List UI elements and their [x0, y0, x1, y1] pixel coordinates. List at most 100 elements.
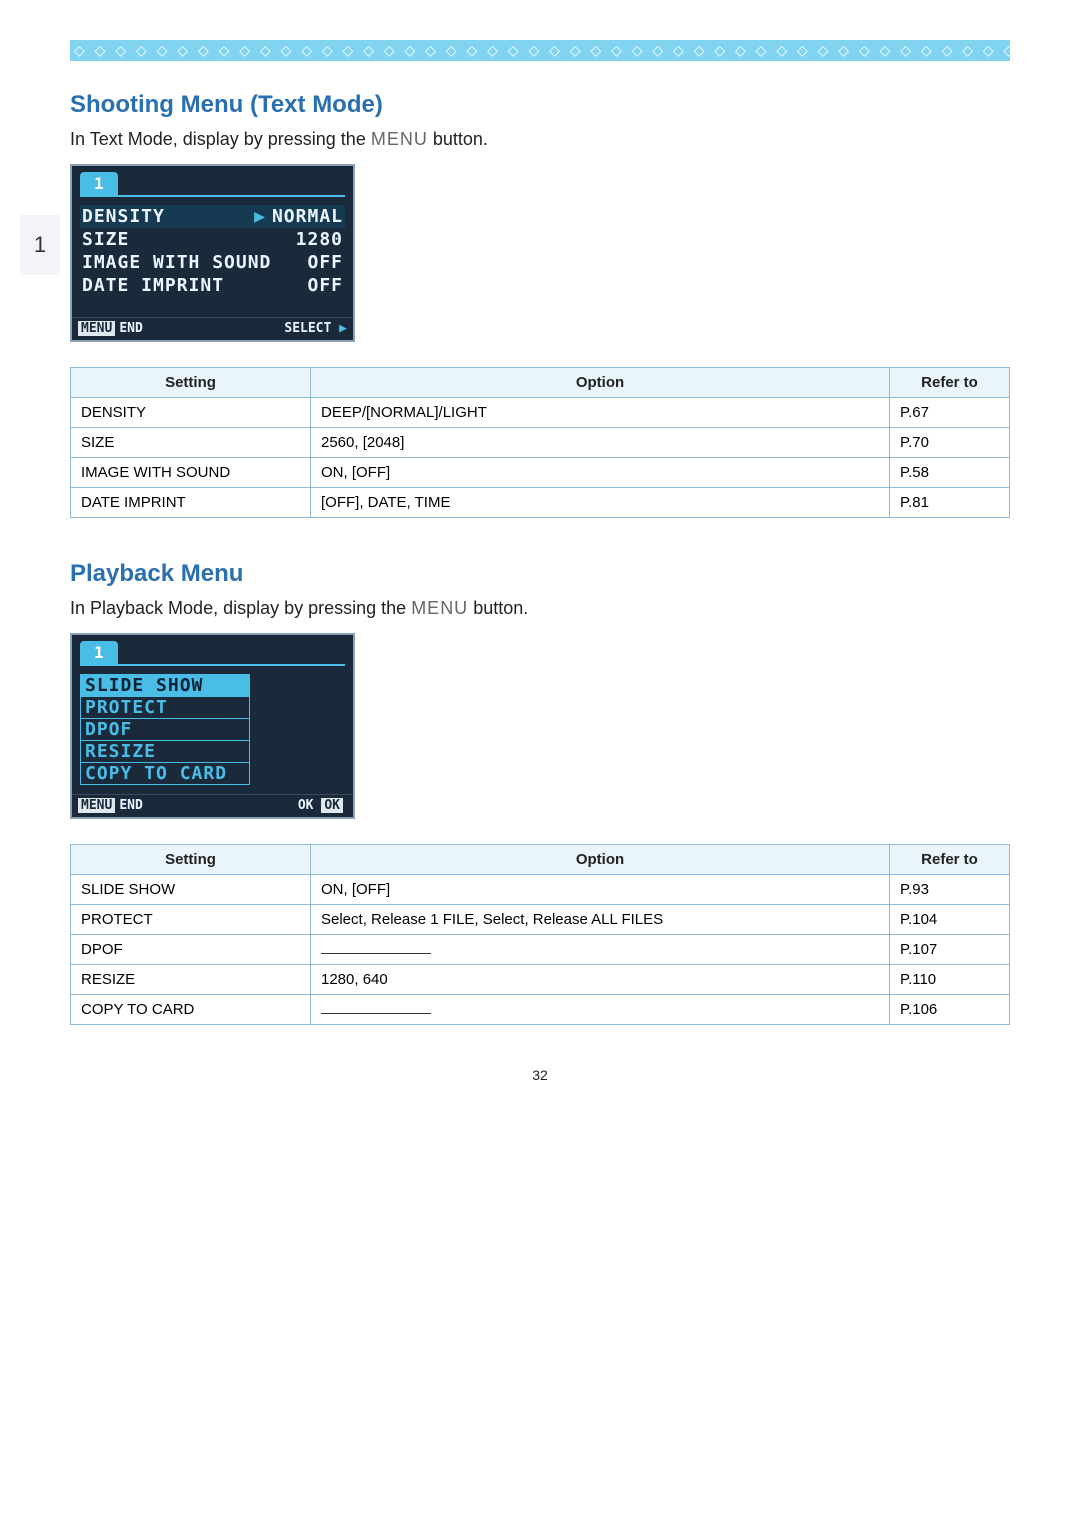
lcd-item-resize: RESIZE: [80, 740, 250, 763]
cell-setting: COPY TO CARD: [71, 995, 311, 1025]
decorative-diamond-band: ◇ ◇ ◇ ◇ ◇ ◇ ◇ ◇ ◇ ◇ ◇ ◇ ◇ ◇ ◇ ◇ ◇ ◇ ◇ ◇ …: [70, 40, 1010, 61]
table-row: DATE IMPRINT [OFF], DATE, TIME P.81: [71, 488, 1010, 518]
table-header-row: Setting Option Refer to: [71, 368, 1010, 398]
playback-menu-heading: Playback Menu: [70, 560, 1010, 588]
playback-lcd-screenshot: 1 SLIDE SHOW PROTECT DPOF RESIZE COPY TO…: [70, 633, 355, 819]
cell-option: 2560, [2048]: [311, 428, 890, 458]
cell-refer: P.107: [890, 935, 1010, 965]
lcd-footer-end: END: [119, 798, 142, 813]
cell-option: [311, 995, 890, 1025]
th-option: Option: [311, 368, 890, 398]
table-row: PROTECT Select, Release 1 FILE, Select, …: [71, 905, 1010, 935]
cell-refer: P.110: [890, 965, 1010, 995]
menu-button-label: MENU: [411, 598, 468, 618]
lcd-item-slide-show: SLIDE SHOW: [80, 674, 250, 697]
lcd-footer: MENU END SELECT ▶: [72, 317, 353, 340]
th-refer: Refer to: [890, 368, 1010, 398]
table-row: SLIDE SHOW ON, [OFF] P.93: [71, 875, 1010, 905]
shooting-menu-heading: Shooting Menu (Text Mode): [70, 91, 1010, 119]
lcd-list: SLIDE SHOW PROTECT DPOF RESIZE COPY TO C…: [72, 666, 353, 794]
lcd-item-copy-to-card: COPY TO CARD: [80, 762, 250, 785]
cell-setting: PROTECT: [71, 905, 311, 935]
cell-option: [OFF], DATE, TIME: [311, 488, 890, 518]
cell-setting: SIZE: [71, 428, 311, 458]
cell-refer: P.58: [890, 458, 1010, 488]
lcd-label: DATE IMPRINT: [82, 275, 224, 296]
shooting-settings-table: Setting Option Refer to DENSITY DEEP/[NO…: [70, 367, 1010, 518]
lcd-footer-end: END: [119, 321, 142, 336]
lcd-value: 1280: [296, 229, 343, 250]
th-setting: Setting: [71, 368, 311, 398]
table-row: DPOF P.107: [71, 935, 1010, 965]
play-icon: ▶: [254, 206, 266, 227]
cell-refer: P.67: [890, 398, 1010, 428]
cell-refer: P.106: [890, 995, 1010, 1025]
manual-page: ◇ ◇ ◇ ◇ ◇ ◇ ◇ ◇ ◇ ◇ ◇ ◇ ◇ ◇ ◇ ◇ ◇ ◇ ◇ ◇ …: [0, 0, 1080, 1143]
blank-line-icon: [321, 944, 431, 954]
lcd-row-density: DENSITY ▶ NORMAL: [80, 205, 345, 228]
th-setting: Setting: [71, 845, 311, 875]
ok-box-icon: OK: [321, 798, 343, 813]
table-row: DENSITY DEEP/[NORMAL]/LIGHT P.67: [71, 398, 1010, 428]
lcd-tab-1: 1: [80, 172, 118, 195]
cell-setting: RESIZE: [71, 965, 311, 995]
menu-box-icon: MENU: [78, 798, 115, 813]
cell-option: Select, Release 1 FILE, Select, Release …: [311, 905, 890, 935]
shooting-intro: In Text Mode, display by pressing the ME…: [70, 129, 1010, 150]
cell-option: DEEP/[NORMAL]/LIGHT: [311, 398, 890, 428]
cell-refer: P.104: [890, 905, 1010, 935]
cell-option: [311, 935, 890, 965]
table-row: SIZE 2560, [2048] P.70: [71, 428, 1010, 458]
lcd-footer-select: SELECT: [284, 321, 331, 336]
chapter-tab: 1: [20, 215, 60, 275]
playback-settings-table: Setting Option Refer to SLIDE SHOW ON, […: [70, 844, 1010, 1025]
lcd-tab-1: 1: [80, 641, 118, 664]
triangle-right-icon: ▶: [339, 321, 347, 336]
lcd-label: SIZE: [82, 229, 129, 250]
lcd-footer-left: MENU END: [78, 798, 143, 813]
shooting-intro-post: button.: [428, 129, 488, 149]
lcd-tab-bar: 1: [72, 166, 353, 195]
th-refer: Refer to: [890, 845, 1010, 875]
table-row: IMAGE WITH SOUND ON, [OFF] P.58: [71, 458, 1010, 488]
lcd-footer-ok: OK: [298, 798, 314, 813]
table-row: COPY TO CARD P.106: [71, 995, 1010, 1025]
cell-option: ON, [OFF]: [311, 458, 890, 488]
lcd-value-text: NORMAL: [272, 206, 343, 227]
lcd-label: DENSITY: [82, 206, 165, 227]
lcd-value: OFF: [307, 252, 343, 273]
lcd-row-date-imprint: DATE IMPRINT OFF: [80, 274, 345, 297]
lcd-tab-bar: 1: [72, 635, 353, 664]
table-header-row: Setting Option Refer to: [71, 845, 1010, 875]
shooting-lcd-screenshot: 1 DENSITY ▶ NORMAL SIZE 1280 IMAGE WITH S…: [70, 164, 355, 342]
shooting-intro-pre: In Text Mode, display by pressing the: [70, 129, 371, 149]
lcd-row-size: SIZE 1280: [80, 228, 345, 251]
cell-setting: SLIDE SHOW: [71, 875, 311, 905]
table-row: RESIZE 1280, 640 P.110: [71, 965, 1010, 995]
lcd-value: ▶ NORMAL: [254, 206, 343, 227]
page-number: 32: [70, 1067, 1010, 1083]
blank-line-icon: [321, 1004, 431, 1014]
lcd-item-protect: PROTECT: [80, 696, 250, 719]
cell-refer: P.70: [890, 428, 1010, 458]
cell-setting: DENSITY: [71, 398, 311, 428]
cell-setting: DPOF: [71, 935, 311, 965]
menu-box-icon: MENU: [78, 321, 115, 336]
th-option: Option: [311, 845, 890, 875]
lcd-row-image-with-sound: IMAGE WITH SOUND OFF: [80, 251, 345, 274]
lcd-value: OFF: [307, 275, 343, 296]
playback-intro: In Playback Mode, display by pressing th…: [70, 598, 1010, 619]
lcd-body: DENSITY ▶ NORMAL SIZE 1280 IMAGE WITH SOU…: [72, 197, 353, 317]
cell-option: 1280, 640: [311, 965, 890, 995]
lcd-label: IMAGE WITH SOUND: [82, 252, 271, 273]
cell-refer: P.93: [890, 875, 1010, 905]
lcd-item-dpof: DPOF: [80, 718, 250, 741]
cell-refer: P.81: [890, 488, 1010, 518]
lcd-footer-right: OK OK: [298, 798, 347, 813]
lcd-footer: MENU END OK OK: [72, 794, 353, 817]
playback-intro-post: button.: [468, 598, 528, 618]
cell-option: ON, [OFF]: [311, 875, 890, 905]
playback-intro-pre: In Playback Mode, display by pressing th…: [70, 598, 411, 618]
menu-button-label: MENU: [371, 129, 428, 149]
lcd-footer-left: MENU END: [78, 321, 143, 336]
